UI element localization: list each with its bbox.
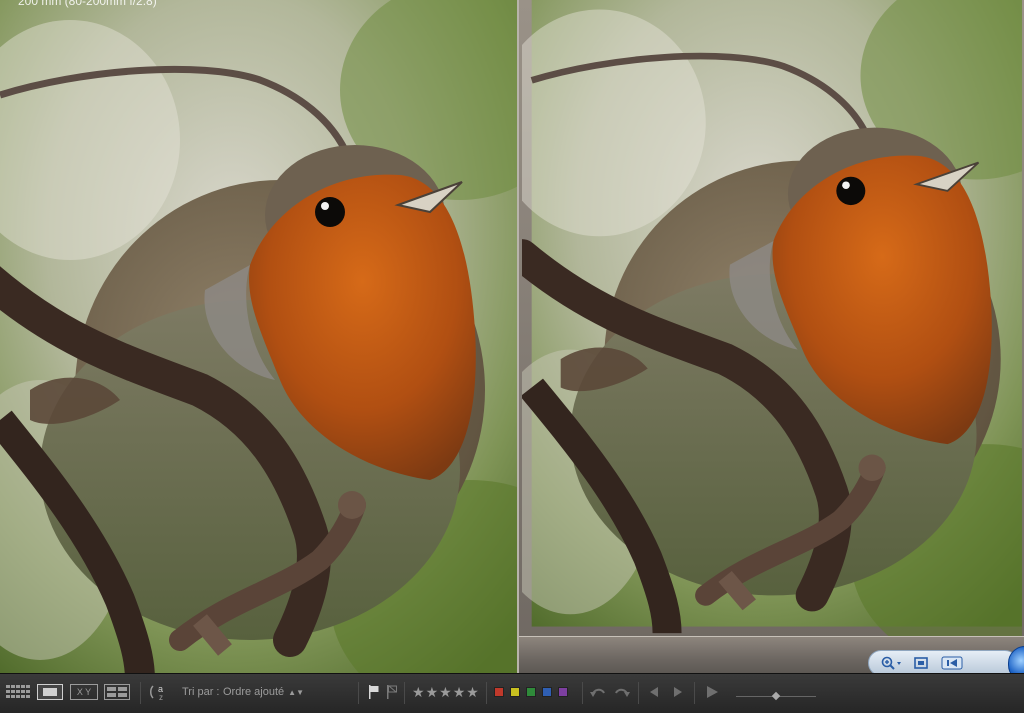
color-label-purple[interactable] [558, 687, 568, 697]
svg-text:z: z [159, 693, 163, 701]
color-label-green[interactable] [526, 687, 536, 697]
star-icon[interactable]: ★ [426, 684, 439, 700]
color-label-red[interactable] [494, 687, 504, 697]
star-icon[interactable]: ★ [453, 684, 466, 700]
next-photo-icon[interactable] [670, 684, 686, 700]
viewer-photo [522, 0, 1022, 636]
loupe-view-icon[interactable] [37, 684, 63, 700]
slider-thumb[interactable] [771, 691, 781, 701]
survey-view-icon[interactable] [104, 684, 130, 700]
toolbar-divider [486, 682, 487, 704]
toolbar-divider [638, 682, 639, 704]
rating-stars[interactable]: ★ ★ ★ ★ ★ [412, 684, 479, 700]
previous-icon[interactable] [939, 655, 965, 671]
zoom-in-icon[interactable] [881, 655, 903, 671]
sort-direction-icon[interactable]: a z [150, 684, 176, 701]
photo-viewer-window [517, 0, 1024, 689]
color-label-blue[interactable] [542, 687, 552, 697]
thumbnail-size-slider[interactable] [736, 688, 816, 704]
previous-photo-icon[interactable] [646, 684, 662, 700]
sort-value: Ordre ajouté [223, 686, 285, 698]
toolbar-divider [694, 682, 695, 704]
flag-pick-icon[interactable] [368, 684, 380, 700]
slideshow-play-icon[interactable] [704, 684, 720, 700]
sort-dropdown[interactable]: Ordre ajouté ▲▼ [223, 684, 304, 700]
fit-to-window-icon[interactable] [913, 655, 929, 671]
star-icon[interactable]: ★ [466, 684, 479, 700]
compare-view-button[interactable]: X Y [70, 684, 98, 700]
compare-view-label: X Y [76, 687, 92, 697]
star-icon[interactable]: ★ [412, 684, 425, 700]
toolbar-divider [358, 682, 359, 704]
grid-view-icon[interactable] [6, 684, 30, 700]
sort-dropdown-chevron-icon: ▲▼ [288, 687, 304, 697]
star-icon[interactable]: ★ [439, 684, 452, 700]
color-label-yellow[interactable] [510, 687, 520, 697]
rotate-left-icon[interactable] [590, 684, 608, 700]
exif-overlay: 200 mm (80-200mm f/2.8) [18, 0, 157, 8]
toolbar-divider [140, 682, 141, 704]
toolbar-divider [404, 682, 405, 704]
main-photo [0, 0, 517, 673]
sort-label: Tri par : [182, 686, 220, 698]
color-labels [494, 684, 568, 700]
toolbar-divider [582, 682, 583, 704]
rotate-right-icon[interactable] [612, 684, 630, 700]
flag-reject-icon[interactable] [386, 684, 398, 700]
library-toolbar: X Y a z Tri par : Ordre ajouté ▲▼ ★ ★ ★ … [0, 673, 1024, 713]
